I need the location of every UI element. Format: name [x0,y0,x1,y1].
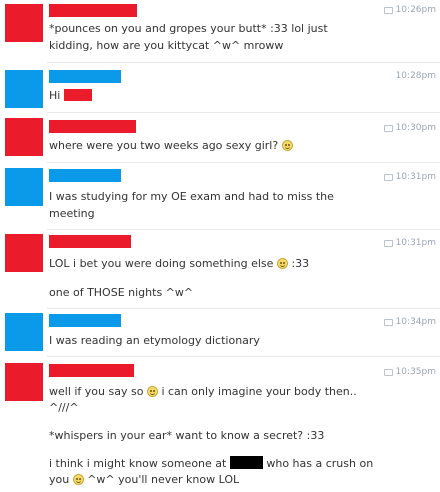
sender-name-redacted[interactable] [49,364,134,377]
avatar[interactable] [5,313,43,351]
chat-icon [383,124,393,132]
sender-name-redacted[interactable] [49,120,136,133]
smiley-icon [276,258,288,269]
chat-icon [383,239,393,247]
message-text: *whispers in your ear* want to know a se… [49,429,325,442]
smiley-icon [72,474,84,485]
sender-name-redacted[interactable] [49,314,121,327]
message-text: ^///^ [49,401,79,414]
timestamp: 10:31pm [383,238,436,248]
message-text: LOL i bet you were doing something else … [49,257,310,270]
sender-name-redacted[interactable] [49,70,121,83]
timestamp: 10:35pm [383,367,436,377]
chat-icon [383,318,393,326]
chat-icon [383,173,393,181]
message-text: I was studying for my OE exam and had to… [49,190,334,203]
timestamp: 10:31pm [383,172,436,182]
message-text: you ^w^ you'll never know LOL [49,473,240,486]
chat-icon [383,368,393,376]
divider [47,229,440,230]
avatar[interactable] [5,168,43,206]
timestamp: 10:28pm [395,71,436,81]
smiley-icon [281,140,293,151]
chat-icon [383,6,393,14]
message-text: *pounces on you and gropes your butt* :3… [49,22,328,35]
message-text: where were you two weeks ago sexy girl? [49,138,293,154]
timestamp: 10:34pm [383,317,436,327]
avatar[interactable] [5,234,43,272]
message-text: well if you say so i can only imagine yo… [49,385,357,398]
divider [47,356,440,357]
smiley-icon [146,386,158,397]
sender-name-redacted[interactable] [49,4,137,17]
divider [47,162,440,163]
message-text: meeting [49,207,95,220]
divider [47,62,440,63]
timestamp: 10:30pm [383,123,436,133]
message-text: one of THOSE nights ^w^ [49,286,194,299]
redacted-place [229,456,263,469]
divider [47,308,440,309]
avatar[interactable] [5,70,43,108]
message-text: I was reading an etymology dictionary [49,334,260,347]
message-text: kidding, how are you kittycat ^w^ mroww [49,39,284,52]
timestamp: 10:26pm [383,5,436,15]
redacted-name [63,89,92,101]
message-text: Hi [49,88,92,104]
divider [47,112,440,113]
sender-name-redacted[interactable] [49,235,131,248]
avatar[interactable] [5,363,43,401]
sender-name-redacted[interactable] [49,169,121,182]
message-text: i think i might know someone at who has … [49,456,374,470]
avatar[interactable] [5,118,43,156]
avatar[interactable] [5,4,43,42]
